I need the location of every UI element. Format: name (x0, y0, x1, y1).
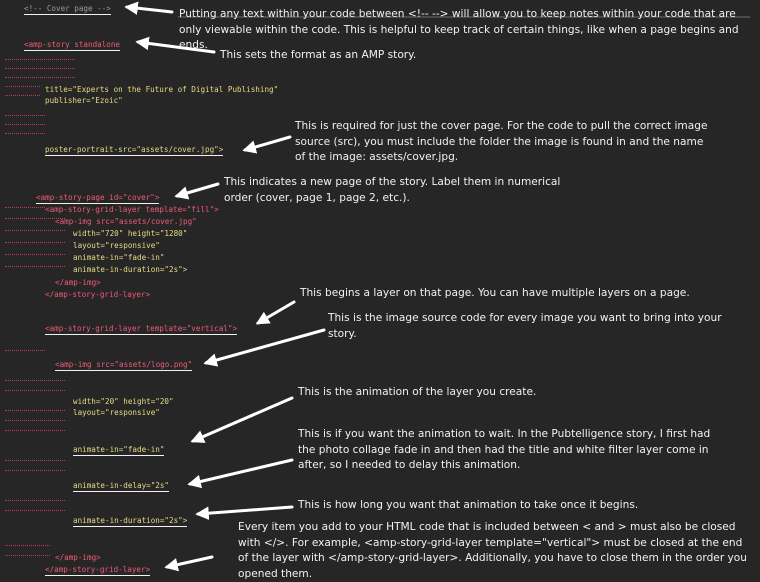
arrow-duration-icon (195, 505, 294, 520)
arrow-cover-icon (242, 135, 292, 154)
arrow-wait-icon (187, 458, 294, 489)
arrow-new-page-icon (174, 182, 220, 200)
annotation-arrows (124, 1, 326, 572)
arrow-closing-icon (164, 555, 214, 572)
arrow-comment-icon (124, 1, 174, 15)
arrow-format-icon (135, 36, 216, 54)
arrow-image-source-icon (203, 328, 326, 367)
arrow-layer-icon (255, 300, 296, 325)
arrow-animation-icon (190, 396, 294, 443)
